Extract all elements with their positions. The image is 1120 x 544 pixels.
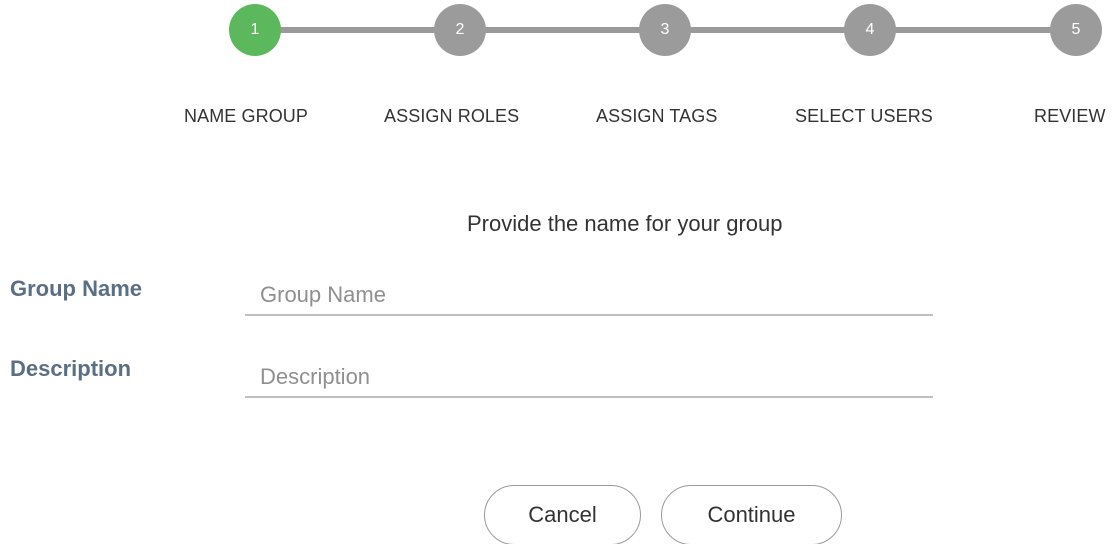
step-5-indicator[interactable]: 5 (1050, 4, 1102, 56)
step-2-indicator[interactable]: 2 (434, 4, 486, 56)
step-3-indicator[interactable]: 3 (639, 4, 691, 56)
continue-button[interactable]: Continue (661, 485, 842, 544)
step-2-label: ASSIGN ROLES (384, 106, 520, 126)
description-input[interactable] (245, 358, 933, 398)
wizard-stepper: 1 2 3 4 5 NAME GROUP ASSIGN ROLES ASSIGN… (0, 0, 1120, 140)
step-5-label: REVIEW (1034, 106, 1106, 126)
group-name-label: Group Name (10, 276, 143, 301)
step-1-indicator[interactable]: 1 (229, 4, 281, 56)
cancel-button[interactable]: Cancel (484, 485, 641, 544)
create-group-wizard: 1 2 3 4 5 NAME GROUP ASSIGN ROLES ASSIGN… (0, 0, 1120, 544)
step-3-label: ASSIGN TAGS (596, 106, 718, 126)
step-1-label: NAME GROUP (184, 106, 309, 126)
form-prompt: Provide the name for your group (467, 211, 783, 236)
description-label: Description (10, 356, 132, 381)
group-name-input[interactable] (245, 276, 933, 316)
step-4-label: SELECT USERS (795, 106, 933, 126)
step-4-indicator[interactable]: 4 (844, 4, 896, 56)
